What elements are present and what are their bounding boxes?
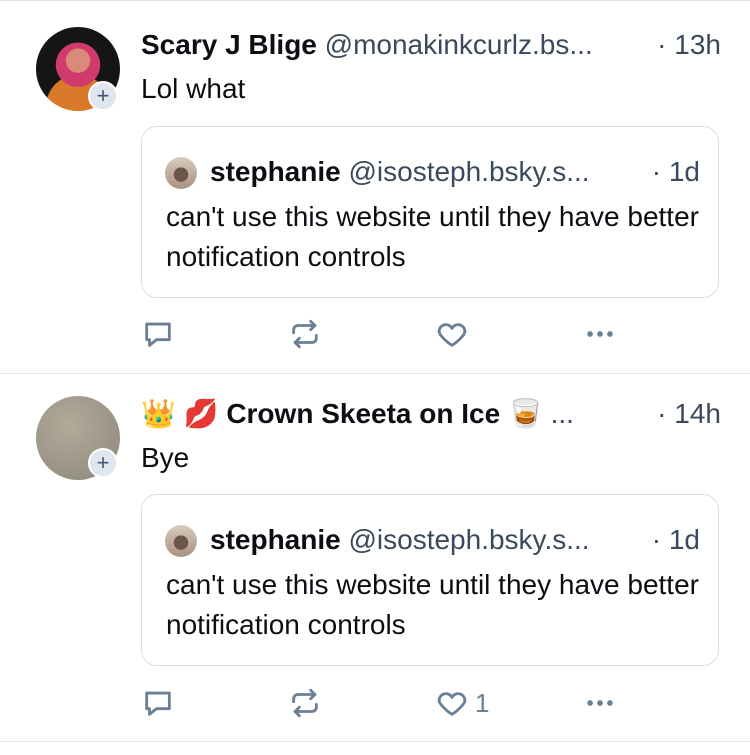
post-text: Bye xyxy=(141,442,190,473)
like-count: 1 xyxy=(475,687,490,718)
feed-post[interactable]: + 👑 💋 Crown Skeeta on Ice 🥃 ... · 14h By… xyxy=(0,374,750,742)
plus-icon[interactable]: + xyxy=(88,448,118,478)
more-icon xyxy=(582,317,618,351)
crown-emoji: 👑 xyxy=(141,398,176,429)
name-truncation: ... xyxy=(550,398,574,429)
repost-icon xyxy=(288,317,322,351)
reply-button[interactable] xyxy=(141,685,175,721)
author-display-name[interactable]: Crown Skeeta on Ice xyxy=(226,398,500,429)
quoted-avatar xyxy=(165,525,197,557)
like-button[interactable] xyxy=(435,316,475,352)
like-button[interactable]: 1 xyxy=(435,685,489,721)
heart-icon xyxy=(435,317,469,351)
quoted-timestamp: · 1d xyxy=(651,156,700,187)
quoted-post[interactable]: stephanie @isosteph.bsky.s... · 1d can't… xyxy=(141,126,719,298)
post-actions xyxy=(141,316,631,352)
post-header: 👑 💋 Crown Skeeta on Ice 🥃 ... · 14h xyxy=(141,396,721,432)
quoted-text: can't use this website until they have b… xyxy=(166,569,699,640)
quoted-header: stephanie @isosteph.bsky.s... · 1d xyxy=(210,521,700,559)
quoted-display-name: stephanie xyxy=(210,156,341,187)
quoted-handle: @isosteph.bsky.s... xyxy=(348,156,590,187)
more-button[interactable] xyxy=(582,316,618,352)
repost-button[interactable] xyxy=(288,685,322,721)
post-text: Lol what xyxy=(141,73,246,104)
author-handle[interactable]: @monakinkcurlz.bs... xyxy=(325,29,593,60)
quoted-header: stephanie @isosteph.bsky.s... · 1d xyxy=(210,153,700,191)
more-icon xyxy=(582,686,618,720)
kiss-emoji: 💋 xyxy=(183,398,219,429)
quoted-timestamp: · 1d xyxy=(651,524,700,555)
heart-icon xyxy=(435,686,469,720)
quoted-text: can't use this website until they have b… xyxy=(166,201,699,272)
reply-button[interactable] xyxy=(141,316,175,352)
post-timestamp[interactable]: · 14h xyxy=(657,396,721,432)
feed-post[interactable]: + Scary J Blige @monakinkcurlz.bs... · 1… xyxy=(0,1,750,374)
reply-icon xyxy=(141,317,175,351)
author-display-name[interactable]: Scary J Blige xyxy=(141,29,317,60)
quoted-avatar xyxy=(165,157,197,189)
quoted-post[interactable]: stephanie @isosteph.bsky.s... · 1d can't… xyxy=(141,494,719,666)
post-timestamp[interactable]: · 13h xyxy=(657,27,721,63)
repost-icon xyxy=(288,686,322,720)
plus-icon[interactable]: + xyxy=(88,81,118,111)
quoted-handle: @isosteph.bsky.s... xyxy=(348,524,590,555)
tumbler-glass-emoji: 🥃 xyxy=(507,398,543,429)
post-header: Scary J Blige @monakinkcurlz.bs... · 13h xyxy=(141,27,721,63)
more-button[interactable] xyxy=(582,685,618,721)
post-actions: 1 xyxy=(141,685,631,721)
repost-button[interactable] xyxy=(288,316,322,352)
reply-icon xyxy=(141,686,175,720)
quoted-display-name: stephanie xyxy=(210,524,341,555)
